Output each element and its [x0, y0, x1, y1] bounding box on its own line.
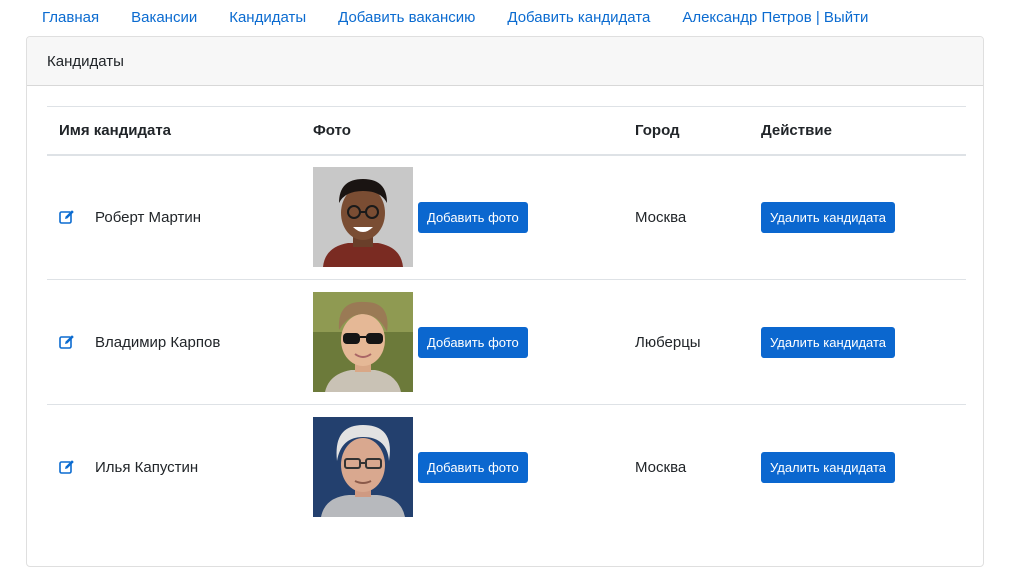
header-photo: Фото — [301, 106, 623, 156]
action-cell: Удалить кандидата — [749, 279, 966, 405]
card-title: Кандидаты — [27, 37, 983, 86]
delete-candidate-button[interactable]: Удалить кандидата — [761, 451, 896, 483]
table-row: Роберт Мартин Добавить фото Москва Удали… — [47, 154, 966, 280]
header-city: Город — [623, 106, 749, 156]
header-action: Действие — [749, 106, 966, 156]
edit-icon[interactable] — [59, 459, 75, 475]
nav-link-user-logout[interactable]: Александр Петров | Выйти — [666, 9, 884, 26]
photo-cell: Добавить фото — [301, 279, 623, 405]
photo-cell: Добавить фото — [301, 405, 623, 530]
action-cell: Удалить кандидата — [749, 405, 966, 530]
nav-link-add-vacancy[interactable]: Добавить вакансию — [322, 9, 491, 26]
delete-candidate-button[interactable]: Удалить кандидата — [761, 201, 896, 233]
candidates-table: Имя кандидата Фото Город Действие Роберт… — [47, 106, 966, 530]
delete-candidate-button[interactable]: Удалить кандидата — [761, 326, 896, 358]
candidate-photo — [313, 167, 413, 268]
name-cell: Илья Капустин — [47, 405, 301, 530]
edit-icon[interactable] — [59, 209, 75, 225]
add-photo-button[interactable]: Добавить фото — [418, 326, 528, 358]
city-cell: Москва — [623, 154, 749, 280]
nav-link-candidates[interactable]: Кандидаты — [213, 9, 322, 26]
header-name: Имя кандидата — [47, 106, 301, 156]
city-cell: Люберцы — [623, 279, 749, 405]
candidate-name: Илья Капустин — [95, 458, 199, 476]
edit-icon[interactable] — [59, 334, 75, 350]
candidate-name: Роберт Мартин — [95, 208, 202, 226]
photo-cell: Добавить фото — [301, 154, 623, 280]
add-photo-button[interactable]: Добавить фото — [418, 451, 528, 483]
table-header-row: Имя кандидата Фото Город Действие — [47, 106, 966, 156]
table-row: Илья Капустин Добавить фото Москва Удали… — [47, 405, 966, 530]
name-cell: Владимир Карпов — [47, 279, 301, 405]
name-cell: Роберт Мартин — [47, 154, 301, 280]
candidate-photo — [313, 292, 413, 392]
nav-link-home[interactable]: Главная — [26, 9, 115, 26]
candidate-name: Владимир Карпов — [95, 333, 221, 351]
nav-link-vacancies[interactable]: Вакансии — [115, 9, 213, 26]
candidate-photo — [313, 417, 413, 518]
add-photo-button[interactable]: Добавить фото — [418, 201, 528, 233]
top-navigation: Главная Вакансии Кандидаты Добавить вака… — [26, 0, 884, 34]
city-cell: Москва — [635, 458, 687, 476]
nav-link-add-candidate[interactable]: Добавить кандидата — [491, 9, 666, 26]
action-cell: Удалить кандидата — [749, 154, 966, 280]
table-row: Владимир Карпов Добавить фото Люберцы Уд… — [47, 279, 966, 405]
candidates-card: Кандидаты Имя кандидата Фото Город Дейст… — [26, 36, 984, 567]
